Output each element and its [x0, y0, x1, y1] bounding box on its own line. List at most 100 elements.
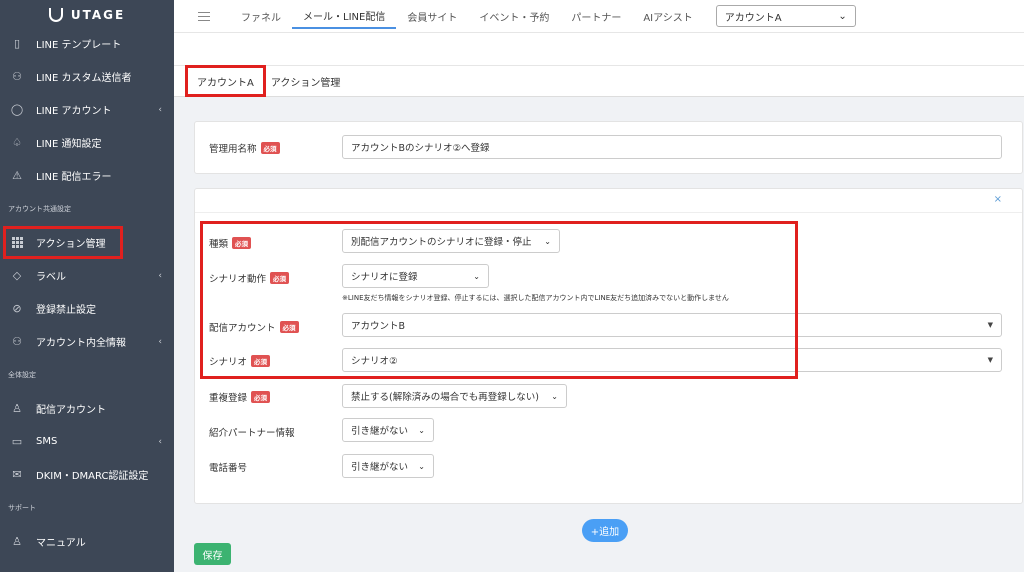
logo[interactable]: UTAGE — [0, 0, 174, 30]
sidebar-item-manual[interactable]: ♙ マニュアル — [0, 525, 174, 558]
required-badge: 必須 — [251, 355, 271, 367]
sidebar-item-label: LINE 配信エラー — [36, 172, 112, 183]
chevron-left-icon: ‹ — [158, 436, 162, 447]
partner-select[interactable]: 引き継がない ⌄ — [342, 418, 434, 442]
scenario-action-select[interactable]: シナリオに登録 ⌄ — [342, 264, 489, 288]
delivery-account-label: 配信アカウント 必須 — [209, 320, 299, 334]
required-badge: 必須 — [251, 391, 271, 403]
sidebar-item-sms[interactable]: ▭ SMS ‹ — [0, 425, 174, 458]
sidebar-item-line-account[interactable]: ◯ LINE アカウント ‹ — [0, 93, 174, 126]
scenario-action-row: シナリオ動作 必須 — [209, 271, 290, 285]
required-badge: 必須 — [232, 237, 252, 249]
document-icon: ▯ — [13, 37, 21, 50]
phone-row: 電話番号 — [209, 460, 247, 474]
select-value: シナリオに登録 — [351, 272, 418, 283]
scenario-action-label: シナリオ動作 必須 — [209, 271, 290, 285]
chevron-left-icon: ‹ — [158, 336, 162, 347]
sidebar-section-support: サポート — [8, 504, 36, 512]
tab-event[interactable]: イベント・予約 — [468, 0, 560, 33]
tab-mail-line[interactable]: メール・LINE配信 — [292, 3, 397, 29]
management-name-input[interactable]: アカウントBのシナリオ②へ登録 — [342, 135, 1002, 159]
account-select[interactable]: アカウントA ⌄ — [715, 5, 856, 27]
caret-down-icon: ▼ — [987, 321, 993, 329]
label-text: 管理用名称 — [209, 144, 257, 155]
logo-text: UTAGE — [70, 8, 126, 22]
save-button[interactable]: 保存 — [194, 543, 231, 565]
select-value: 引き継がない — [351, 462, 409, 473]
phone-label: 電話番号 — [209, 463, 248, 474]
sidebar-section-account-common: アカウント共通設定 — [8, 205, 71, 213]
label-text: 配信アカウント — [209, 323, 276, 334]
sidebar-item-label: LINE 通知設定 — [36, 139, 102, 150]
label-text: 種類 — [209, 239, 229, 250]
users-icon: ⚇ — [12, 335, 22, 348]
select-value: 引き継がない — [351, 426, 409, 437]
sidebar-item-label: DKIM・DMARC認証設定 — [36, 471, 149, 482]
sidebar-item-action-management[interactable]: アクション管理 — [3, 226, 123, 259]
type-select[interactable]: 別配信アカウントのシナリオに登録・停止 ⌄ — [342, 229, 560, 253]
label-text: シナリオ動作 — [209, 274, 267, 285]
tag-icon: ◇ — [12, 269, 22, 282]
sidebar-item-registration-ban[interactable]: ⊘ 登録禁止設定 — [0, 292, 174, 325]
required-badge: 必須 — [279, 321, 299, 333]
action-card-header: × — [195, 189, 1022, 213]
sidebar-item-account-info[interactable]: ⚇ アカウント内全情報 ‹ — [0, 325, 174, 358]
sidebar-item-line-notification[interactable]: ♤ LINE 通知設定 — [0, 126, 174, 159]
tab-partner[interactable]: パートナー — [560, 0, 632, 33]
subtab-action-management[interactable]: アクション管理 — [265, 66, 347, 96]
header-spacer — [174, 33, 1024, 65]
chevron-left-icon: ‹ — [158, 270, 162, 281]
sidebar-item-dkim[interactable]: ✉ DKIM・DMARC認証設定 — [0, 458, 174, 491]
top-navigation: ファネル メール・LINE配信 会員サイト イベント・予約 パートナー AIアシ… — [174, 0, 1024, 33]
tab-member-site[interactable]: 会員サイト — [396, 0, 468, 33]
sidebar-section-global: 全体設定 — [8, 371, 36, 379]
required-badge: 必須 — [260, 142, 280, 154]
bell-icon: ♤ — [12, 136, 22, 149]
duplicate-select[interactable]: 禁止する(解除済みの場合でも再登録しない) ⌄ — [342, 384, 567, 408]
chevron-left-icon: ‹ — [158, 104, 162, 115]
chat-icon: ◯ — [10, 103, 24, 116]
delivery-account-row: 配信アカウント 必須 — [209, 320, 299, 334]
users-icon: ⚇ — [12, 70, 22, 83]
sidebar-item-label-menu[interactable]: ◇ ラベル ‹ — [0, 259, 174, 292]
scenario-select[interactable]: シナリオ② ▼ — [342, 348, 1002, 372]
duplicate-row: 重複登録 必須 — [209, 390, 271, 404]
sidebar-item-label: SMS — [36, 436, 58, 447]
sidebar-item-label: ラベル — [36, 272, 66, 283]
select-value: アカウントB — [351, 321, 406, 332]
scenario-row: シナリオ 必須 — [209, 354, 271, 368]
ban-icon: ⊘ — [12, 302, 22, 315]
sidebar-item-line-error[interactable]: ⚠ LINE 配信エラー — [0, 159, 174, 192]
sidebar: UTAGE ▯ LINE テンプレート ⚇ LINE カスタム送信者 ◯ LINE ア… — [0, 0, 174, 572]
partner-label: 紹介パートナー情報 — [209, 428, 295, 439]
hamburger-icon[interactable] — [198, 11, 210, 21]
sidebar-item-label: マニュアル — [36, 538, 86, 549]
action-card: × 種類 必須 別配信アカウントのシナリオに登録・停止 ⌄ シナリオ動作 必須 シナリ… — [194, 188, 1023, 504]
warning-icon: ⚠ — [12, 169, 22, 182]
type-label: 種類 必須 — [209, 236, 252, 250]
sidebar-item-label: LINE カスタム送信者 — [36, 73, 132, 84]
select-value: 禁止する(解除済みの場合でも再登録しない) — [351, 392, 539, 403]
subtab-account[interactable]: アカウントA — [185, 65, 266, 97]
label-text: シナリオ — [209, 357, 248, 368]
sidebar-item-label: 配信アカウント — [36, 405, 106, 416]
input-value: アカウントBのシナリオ②へ登録 — [351, 143, 490, 154]
close-icon[interactable]: × — [994, 194, 1002, 205]
chevron-down-icon: ⌄ — [473, 271, 480, 281]
chevron-down-icon: ⌄ — [418, 461, 425, 471]
sms-icon: ▭ — [11, 435, 23, 448]
phone-select[interactable]: 引き継がない ⌄ — [342, 454, 434, 478]
user-icon: ♙ — [12, 402, 22, 415]
sidebar-item-line-custom-sender[interactable]: ⚇ LINE カスタム送信者 — [0, 60, 174, 93]
partner-row: 紹介パートナー情報 — [209, 425, 295, 439]
add-button[interactable]: +追加 — [582, 519, 628, 542]
scenario-label: シナリオ 必須 — [209, 354, 271, 368]
tab-funnel[interactable]: ファネル — [230, 0, 292, 33]
sidebar-item-line-template[interactable]: ▯ LINE テンプレート — [0, 27, 174, 60]
type-row: 種類 必須 — [209, 236, 252, 250]
caret-down-icon: ▼ — [987, 356, 993, 364]
tab-ai-assist[interactable]: AIアシスト — [632, 0, 703, 33]
delivery-account-select[interactable]: アカウントB ▼ — [342, 313, 1002, 337]
sidebar-item-delivery-account[interactable]: ♙ 配信アカウント — [0, 392, 174, 425]
book-icon: ♙ — [12, 535, 22, 548]
